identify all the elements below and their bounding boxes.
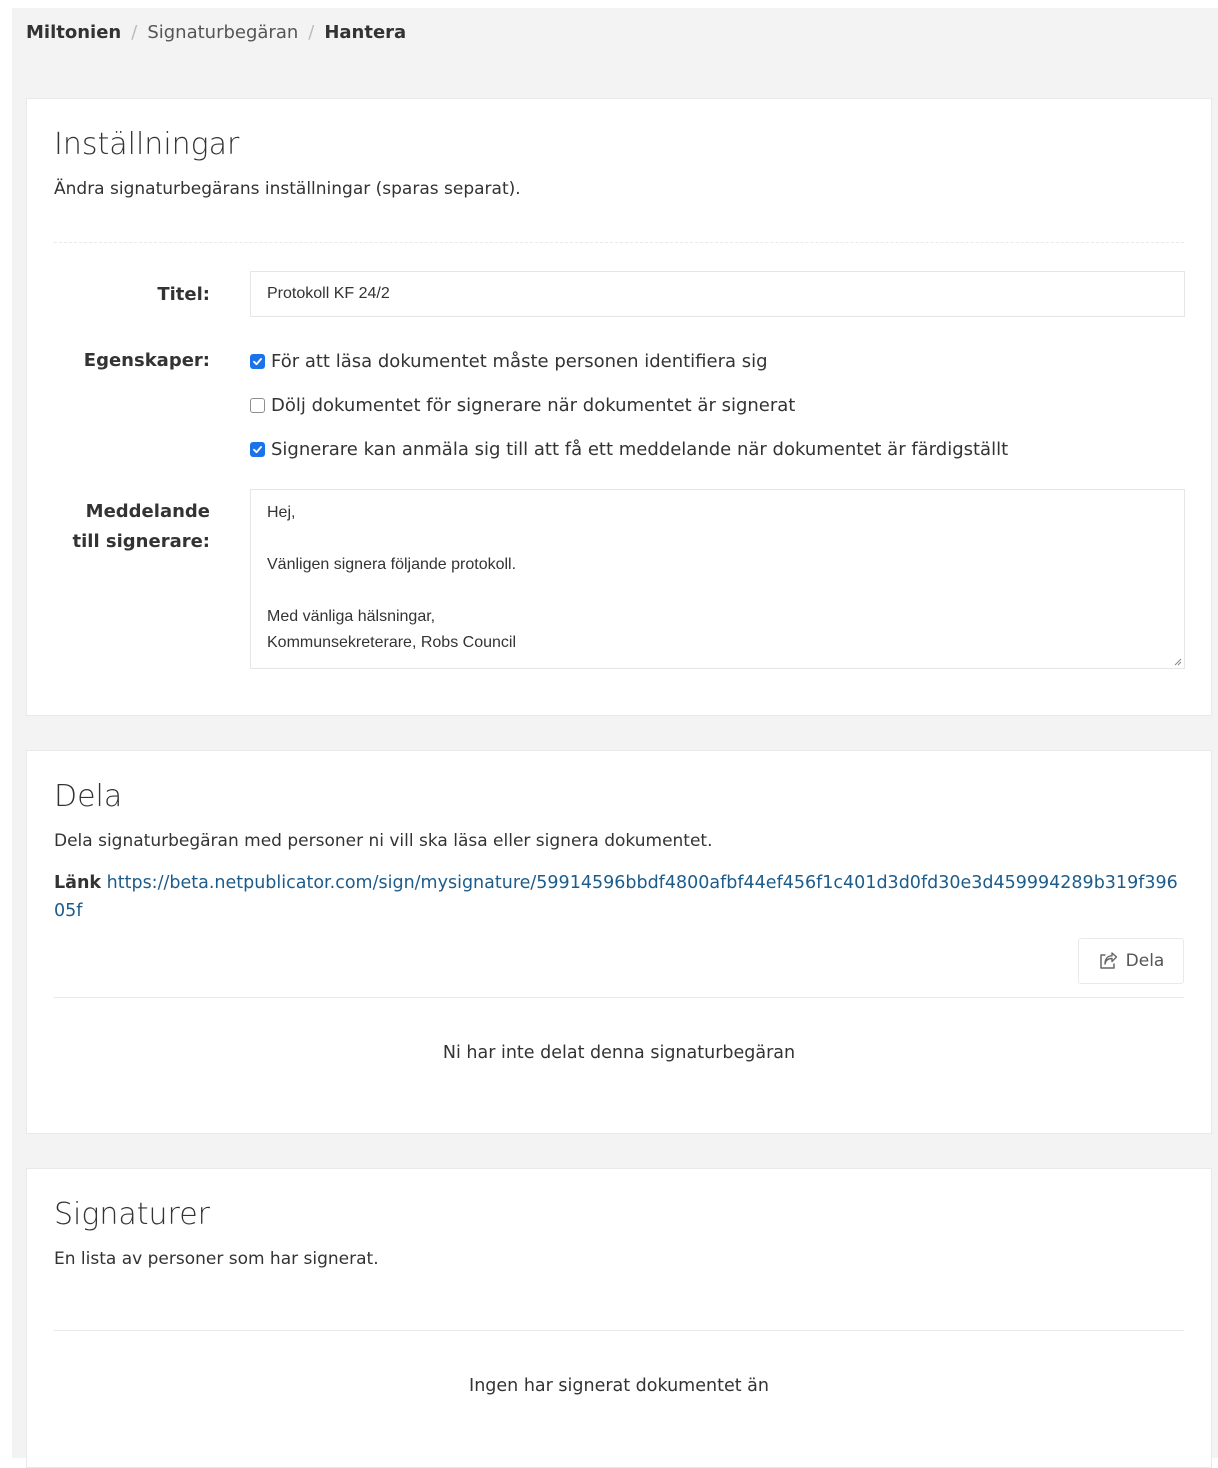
share-description: Dela signaturbegäran med personer ni vil… — [54, 831, 713, 851]
message-line: Med vänliga hälsningar, — [267, 608, 436, 625]
settings-title: Inställningar — [54, 127, 240, 162]
settings-divider — [54, 242, 1184, 243]
message-label-line1: Meddelande — [85, 501, 210, 522]
share-square-icon — [1099, 952, 1117, 969]
share-button[interactable]: Dela — [1078, 938, 1184, 984]
properties-label: Egenskaper: — [83, 350, 210, 371]
hide-option-label: Dölj dokumentet för signerare när dokume… — [271, 394, 796, 416]
settings-description: Ändra signaturbegärans inställningar (sp… — [54, 179, 521, 199]
breadcrumb: Miltonien / Signaturbegäran / Hantera — [26, 21, 406, 45]
signatures-title: Signaturer — [54, 1197, 211, 1232]
checkmark-icon — [253, 357, 262, 365]
share-title: Dela — [54, 779, 123, 814]
page-background: Miltonien / Signaturbegäran / Hantera Instäl… — [12, 8, 1218, 1468]
breadcrumb-root[interactable]: Miltonien — [26, 22, 121, 43]
message-line: Hej, — [267, 504, 296, 521]
message-label-line2: till signerare: — [72, 531, 210, 552]
resize-grip-icon[interactable] — [1172, 656, 1182, 666]
notify-option-label: Signerare kan anmäla sig till att få ett… — [271, 438, 1009, 460]
breadcrumb-parent[interactable]: Signaturbegäran — [147, 22, 298, 43]
hide-checkbox[interactable] — [250, 397, 265, 413]
message-label: Meddelande till signerare: — [27, 497, 210, 557]
share-button-label: Dela — [1125, 951, 1165, 971]
property-hide-option[interactable]: Dölj dokumentet för signerare när dokume… — [250, 392, 795, 418]
share-empty-state: Ni har inte delat denna signaturbegäran — [442, 1043, 796, 1063]
breadcrumb-separator: / — [308, 22, 315, 43]
share-link-row: Länk https://beta.netpublicator.com/sign… — [54, 869, 1186, 925]
checkmark-icon — [253, 445, 262, 453]
signatures-divider — [54, 1330, 1184, 1331]
breadcrumb-current: Hantera — [324, 22, 407, 43]
signatures-empty-state: Ingen har signerat dokumentet än — [469, 1376, 769, 1396]
share-panel: Dela Dela signaturbegäran med personer n… — [26, 750, 1212, 1134]
settings-panel: Inställningar Ändra signaturbegärans ins… — [26, 98, 1212, 716]
property-notify-option[interactable]: Signerare kan anmäla sig till att få ett… — [250, 436, 1008, 462]
message-line — [267, 578, 1168, 604]
message-line: Kommunsekreterare, Robs Council — [267, 634, 516, 651]
breadcrumb-separator: / — [131, 22, 138, 43]
title-field-label: Titel: — [157, 284, 210, 305]
message-line: Vänligen signera följande protokoll. — [267, 556, 517, 573]
signatures-description: En lista av personer som har signerat. — [54, 1249, 379, 1269]
property-identify-option[interactable]: För att läsa dokumentet måste personen i… — [250, 348, 768, 374]
message-textarea[interactable]: Hej, Vänligen signera följande protokoll… — [250, 489, 1185, 669]
share-link-label: Länk — [54, 873, 102, 893]
share-divider — [54, 997, 1184, 998]
title-input[interactable]: Protokoll KF 24/2 — [250, 271, 1185, 317]
message-line — [267, 526, 1168, 552]
share-link-url[interactable]: https://beta.netpublicator.com/sign/mysi… — [54, 873, 1178, 921]
signatures-panel: Signaturer En lista av personer som har … — [26, 1168, 1212, 1468]
identify-checkbox[interactable] — [250, 353, 265, 369]
identify-option-label: För att läsa dokumentet måste personen i… — [271, 350, 768, 372]
notify-checkbox[interactable] — [250, 441, 265, 457]
